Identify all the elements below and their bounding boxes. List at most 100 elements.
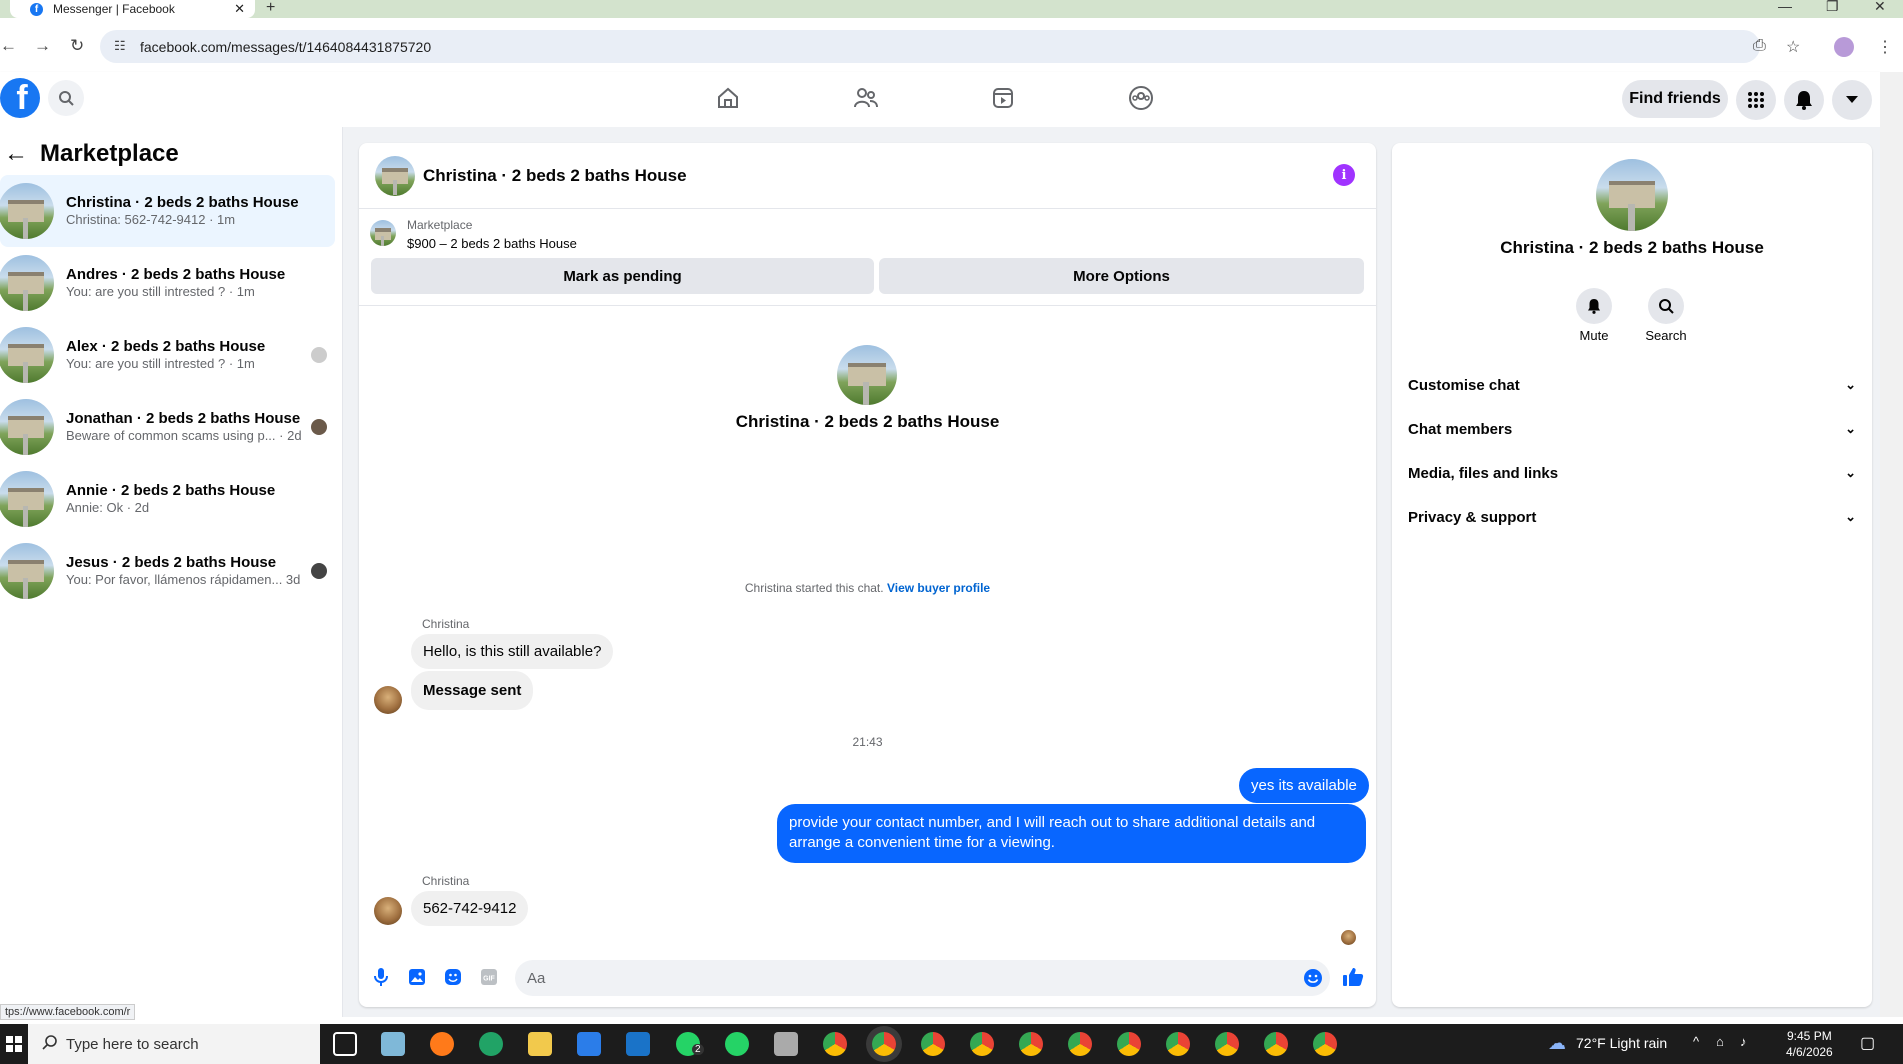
incoming-message[interactable]: 562-742-9412 (411, 891, 529, 926)
groups-icon[interactable] (1123, 82, 1159, 114)
section-chat-members[interactable]: Chat members ⌄ (1392, 407, 1872, 451)
microphone-icon[interactable] (370, 966, 392, 988)
facebook-logo[interactable]: f (0, 78, 40, 118)
address-bar[interactable]: ☷ facebook.com/messages/t/14640844318757… (100, 30, 1760, 63)
chrome-icon[interactable] (970, 1032, 994, 1056)
chrome-icon[interactable] (1166, 1032, 1190, 1056)
taskbar-search[interactable]: Type here to search (28, 1024, 320, 1064)
chat-title[interactable]: Christina · 2 beds 2 baths House (423, 166, 687, 186)
incoming-message[interactable]: Hello, is this still available? (411, 634, 614, 669)
outgoing-message[interactable]: provide your contact number, and I will … (777, 804, 1366, 863)
task-view-icon[interactable] (333, 1032, 357, 1056)
incoming-message[interactable]: Message sent (411, 671, 534, 710)
search-in-chat-icon[interactable] (1648, 288, 1684, 324)
conversation-item-jonathan[interactable]: Jonathan · 2 beds 2 baths House Beware o… (0, 391, 335, 463)
chrome-icon[interactable] (1068, 1032, 1092, 1056)
gif-icon[interactable]: GIF (478, 966, 500, 988)
volume-icon[interactable]: ♪ (1740, 1034, 1747, 1049)
browser-menu-icon[interactable]: ⋮ (1877, 37, 1893, 57)
close-tab-icon[interactable]: ✕ (234, 1, 245, 17)
site-info-icon[interactable]: ☷ (114, 38, 126, 54)
conversation-item-annie[interactable]: Annie · 2 beds 2 baths House Annie: Ok ·… (0, 463, 335, 535)
conversation-item-christina[interactable]: Christina · 2 beds 2 baths House Christi… (0, 175, 335, 247)
friends-icon[interactable] (848, 82, 884, 114)
section-privacy-support[interactable]: Privacy & support ⌄ (1392, 495, 1872, 539)
emoji-icon[interactable] (1302, 967, 1324, 989)
conversation-name: Annie · 2 beds 2 baths House (66, 481, 276, 499)
message-input[interactable]: Aa (515, 960, 1330, 996)
chrome-icon[interactable] (823, 1032, 847, 1056)
search-label: Search (1645, 328, 1687, 343)
windows-start-icon[interactable] (0, 1024, 28, 1064)
home-icon[interactable] (710, 82, 746, 114)
tab-title: Messenger | Facebook (53, 2, 175, 16)
back-arrow-icon[interactable]: ← (4, 140, 28, 168)
chrome-icon[interactable] (1215, 1032, 1239, 1056)
restore-icon[interactable]: ❐ (1826, 0, 1839, 15)
taskbar-search-placeholder: Type here to search (66, 1035, 199, 1053)
page-scrollbar[interactable] (1880, 72, 1903, 1017)
section-label: Chat members (1408, 420, 1513, 438)
chat-avatar[interactable] (375, 155, 415, 196)
outgoing-message[interactable]: yes its available (1239, 768, 1369, 803)
view-buyer-profile-link[interactable]: View buyer profile (887, 581, 990, 595)
whatsapp-icon[interactable] (725, 1032, 749, 1056)
started-text: Christina started this chat. (744, 581, 884, 595)
menu-grid-icon[interactable] (1736, 80, 1776, 120)
back-icon[interactable]: ← (0, 36, 17, 56)
notification-center-icon[interactable]: ▢ (1860, 1033, 1875, 1053)
reload-icon[interactable]: ↻ (70, 36, 84, 56)
new-tab-button[interactable]: + (266, 0, 275, 17)
chrome-icon[interactable] (921, 1032, 945, 1056)
more-options-button[interactable]: More Options (879, 258, 1364, 294)
mark-as-pending-button[interactable]: Mark as pending (371, 258, 874, 294)
read-receipt-avatar (311, 347, 327, 363)
section-media-files-links[interactable]: Media, files and links ⌄ (1392, 451, 1872, 495)
chrome-icon[interactable] (1019, 1032, 1043, 1056)
outlook-icon[interactable] (626, 1032, 650, 1056)
mute-bell-icon[interactable] (1576, 288, 1612, 324)
clock-date: 4/6/2026 (1786, 1045, 1833, 1060)
search-icon[interactable] (48, 80, 84, 116)
chrome-icon[interactable] (1313, 1032, 1337, 1056)
notifications-bell-icon[interactable] (1784, 80, 1824, 120)
find-friends-button[interactable]: Find friends (1622, 80, 1728, 118)
forward-icon[interactable]: → (34, 36, 51, 56)
conversation-item-jesus[interactable]: Jesus · 2 beds 2 baths House You: Por fa… (0, 535, 335, 607)
section-customise-chat[interactable]: Customise chat ⌄ (1392, 363, 1872, 407)
sticker-icon[interactable] (442, 966, 464, 988)
chrome-icon[interactable] (1264, 1032, 1288, 1056)
chrome-icon-active[interactable] (872, 1032, 896, 1056)
clock[interactable]: 9:45 PM 4/6/2026 (1786, 1028, 1833, 1060)
weather-text[interactable]: 72°F Light rain (1576, 1035, 1667, 1051)
listing-source: Marketplace (407, 218, 473, 232)
chrome-icon[interactable] (1117, 1032, 1141, 1056)
network-icon[interactable]: ⌂ (1716, 1034, 1724, 1049)
conversation-item-alex[interactable]: Alex · 2 beds 2 baths House You: are you… (0, 319, 335, 391)
install-app-icon[interactable]: ⎙ (1753, 37, 1766, 55)
tray-chevron-icon[interactable]: ^ (1693, 1034, 1699, 1049)
chevron-down-icon: ⌄ (1845, 377, 1856, 392)
account-dropdown-icon[interactable] (1832, 80, 1872, 120)
bookmark-star-icon[interactable]: ☆ (1786, 37, 1800, 57)
section-label: Media, files and links (1408, 464, 1559, 482)
video-icon[interactable] (985, 82, 1021, 114)
section-label: Customise chat (1408, 376, 1520, 394)
app-icon[interactable] (381, 1032, 405, 1056)
edge-icon[interactable] (479, 1032, 503, 1056)
conversation-item-andres[interactable]: Andres · 2 beds 2 baths House You: are y… (0, 247, 335, 319)
conversation-preview: Beware of common scams using p... · 2d (66, 428, 302, 444)
minimize-icon[interactable]: — (1778, 0, 1792, 14)
file-explorer-icon[interactable] (528, 1032, 552, 1056)
close-window-icon[interactable]: ✕ (1874, 0, 1886, 15)
photo-icon[interactable] (406, 966, 428, 988)
firefox-icon[interactable] (430, 1032, 454, 1056)
listing-title[interactable]: $900 – 2 beds 2 baths House (407, 236, 577, 251)
like-thumb-icon[interactable] (1342, 966, 1364, 988)
app-icon[interactable] (774, 1032, 798, 1056)
info-icon[interactable]: i (1333, 164, 1355, 186)
profile-avatar[interactable] (1834, 37, 1854, 57)
store-icon[interactable] (577, 1032, 601, 1056)
url-text: facebook.com/messages/t/1464084431875720 (140, 38, 432, 55)
browser-tab[interactable]: f Messenger | Facebook ✕ (10, 0, 255, 18)
